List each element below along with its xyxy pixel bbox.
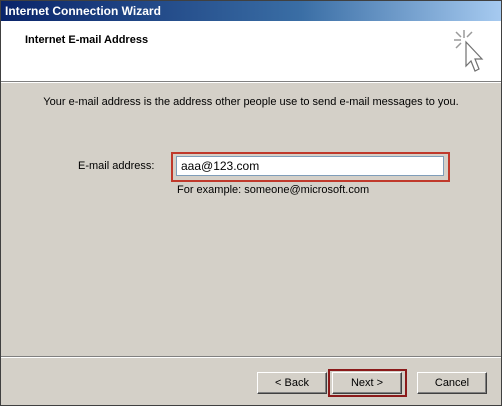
header-panel: Internet E-mail Address [1, 21, 501, 81]
email-address-label: E-mail address: [78, 160, 155, 172]
title-bar[interactable]: Internet Connection Wizard [1, 1, 501, 21]
intro-text: Your e-mail address is the address other… [43, 96, 459, 108]
header-separator-highlight [1, 82, 501, 83]
page-title: Internet E-mail Address [25, 34, 149, 46]
cancel-button[interactable]: Cancel [417, 372, 487, 394]
email-address-input[interactable] [176, 156, 444, 176]
next-button[interactable]: Next > [332, 372, 402, 394]
email-example-text: For example: someone@microsoft.com [177, 184, 370, 196]
footer-separator-highlight [1, 357, 501, 358]
wizard-wand-icon [454, 30, 484, 72]
wizard-window: Internet Connection Wizard Internet E-ma… [0, 0, 502, 406]
back-button[interactable]: < Back [257, 372, 327, 394]
window-title: Internet Connection Wizard [5, 4, 161, 18]
